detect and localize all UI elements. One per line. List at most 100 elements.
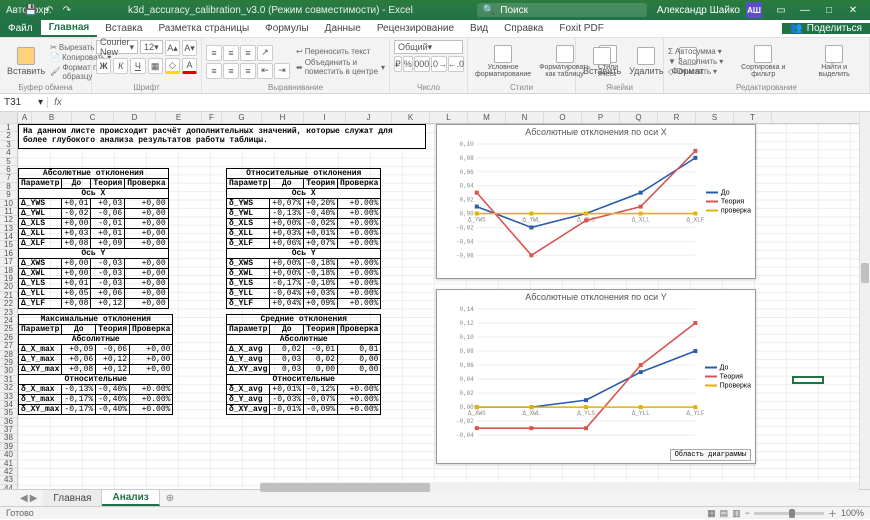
maximize-icon[interactable]: □ — [818, 5, 840, 16]
italic-icon[interactable]: К — [113, 58, 128, 74]
avatar[interactable]: АШ — [746, 2, 762, 18]
svg-text:0,08: 0,08 — [459, 155, 474, 162]
menu-view[interactable]: Вид — [462, 20, 496, 37]
grow-font-icon[interactable]: A▴ — [165, 40, 180, 56]
clear-button[interactable]: ◇ Очистить ▾ — [668, 67, 723, 76]
menu-help[interactable]: Справка — [496, 20, 551, 37]
delete-cells-button[interactable]: Удалить — [626, 47, 666, 76]
zoom-out-icon[interactable]: − — [745, 508, 750, 518]
group-cells-label: Ячейки — [580, 83, 659, 93]
share-button[interactable]: 👥Поделиться — [782, 23, 870, 34]
col-headers[interactable]: ABCDEFGHIJKLMNOPQRST — [18, 112, 870, 124]
view-break-icon[interactable]: ▥ — [732, 508, 741, 519]
name-box[interactable]: T31▾ — [0, 97, 48, 108]
menu-insert[interactable]: Вставка — [97, 20, 150, 37]
align-top-icon[interactable]: ≡ — [206, 45, 222, 61]
status-ready: Готово — [6, 508, 34, 518]
sheet-prev-icon[interactable]: ◀ — [20, 493, 28, 504]
currency-icon[interactable]: ₽ — [394, 56, 402, 72]
align-center-icon[interactable]: ≡ — [223, 63, 239, 79]
border-icon[interactable]: ▦ — [148, 58, 163, 74]
document-title: k3d_accuracy_calibration_v3.0 (Режим сов… — [74, 5, 467, 16]
svg-text:0,08: 0,08 — [459, 348, 474, 355]
fx-icon[interactable]: fx — [48, 97, 68, 108]
ribbon-options-icon[interactable]: ▭ — [770, 5, 792, 16]
svg-text:Δ_YLF: Δ_YLF — [686, 410, 704, 417]
svg-text:0,02: 0,02 — [459, 197, 474, 204]
svg-text:0,04: 0,04 — [459, 183, 474, 190]
search-box[interactable]: 🔍 Поиск — [477, 3, 647, 17]
svg-text:-0,02: -0,02 — [456, 418, 474, 425]
chart-x[interactable]: Абсолютные отклонения по оси X -0,06-0,0… — [436, 124, 756, 279]
redo-icon[interactable]: ↷ — [60, 5, 74, 16]
menu-data[interactable]: Данные — [317, 20, 369, 37]
menu-home[interactable]: Главная — [41, 20, 98, 37]
sheet-tab-main[interactable]: Главная — [43, 490, 102, 506]
svg-text:-0,06: -0,06 — [456, 252, 474, 259]
save-icon[interactable]: 💾 — [24, 5, 38, 16]
menu-formulas[interactable]: Формулы — [257, 20, 317, 37]
menu-foxit[interactable]: Foxit PDF — [551, 20, 611, 37]
chart-y-title: Абсолютные отклонения по оси Y — [437, 290, 755, 304]
find-select-button[interactable]: Найти и выделить — [803, 45, 865, 78]
align-left-icon[interactable]: ≡ — [206, 63, 222, 79]
number-format-select[interactable]: Общий ▾ — [394, 40, 463, 54]
shrink-font-icon[interactable]: A▾ — [182, 40, 197, 56]
svg-text:-0,02: -0,02 — [456, 224, 474, 231]
indent-inc-icon[interactable]: ⇥ — [274, 63, 290, 79]
data-table: Максимальные отклоненияПараметрДоТеорияП… — [18, 314, 173, 415]
chevron-down-icon: ▾ — [38, 97, 43, 108]
minimize-icon[interactable]: — — [794, 5, 816, 16]
orientation-icon[interactable]: ↗ — [257, 45, 273, 61]
formula-bar: T31▾ fx — [0, 94, 870, 112]
fill-button[interactable]: ▼ Заполнить ▾ — [668, 57, 723, 66]
cond-format-button[interactable]: Условное форматирование — [472, 45, 534, 78]
percent-icon[interactable]: % — [403, 56, 413, 72]
indent-dec-icon[interactable]: ⇤ — [257, 63, 273, 79]
sheet-add-icon[interactable]: ⊕ — [160, 493, 180, 504]
align-right-icon[interactable]: ≡ — [240, 63, 256, 79]
scrollbar-horizontal[interactable] — [260, 482, 859, 493]
font-color-icon[interactable]: A — [182, 58, 197, 74]
dec-decimal-icon[interactable]: ←.0 — [448, 56, 464, 72]
paste-button[interactable]: Вставить — [4, 47, 48, 76]
view-layout-icon[interactable]: ▤ — [720, 508, 729, 519]
row-headers[interactable]: 1234567891011121314151617181920212223242… — [0, 112, 18, 492]
fill-color-icon[interactable]: ◇ — [165, 58, 180, 74]
zoom-in-icon[interactable]: ＋ — [828, 507, 837, 520]
search-icon: 🔍 — [483, 5, 495, 16]
svg-text:Δ_YLL: Δ_YLL — [632, 410, 650, 417]
align-bot-icon[interactable]: ≡ — [240, 45, 256, 61]
menu-file[interactable]: Файл — [0, 20, 41, 37]
sort-filter-icon — [754, 45, 772, 63]
user-name[interactable]: Александр Шайко — [657, 5, 740, 16]
comma-icon[interactable]: 000 — [414, 56, 430, 72]
bold-icon[interactable]: Ж — [96, 58, 111, 74]
inc-decimal-icon[interactable]: .0→ — [431, 56, 447, 72]
scrollbar-vertical[interactable] — [859, 113, 870, 489]
align-mid-icon[interactable]: ≡ — [223, 45, 239, 61]
wrap-text-button[interactable]: ↩ Переносить текст — [296, 47, 385, 56]
merge-center-button[interactable]: ⬌ Объединить и поместить в центре ▾ — [296, 58, 385, 76]
sort-filter-button[interactable]: Сортировка и фильтр — [727, 45, 799, 78]
group-number-label: Число — [394, 83, 463, 93]
close-icon[interactable]: ✕ — [842, 5, 864, 16]
menu-review[interactable]: Рецензирование — [369, 20, 462, 37]
autosum-button[interactable]: Σ Автосумма ▾ — [668, 47, 723, 56]
view-normal-icon[interactable]: ▦ — [707, 508, 716, 519]
svg-text:0,06: 0,06 — [459, 169, 474, 176]
underline-icon[interactable]: Ч — [130, 58, 145, 74]
zoom-slider[interactable] — [754, 512, 824, 515]
fontsize-select[interactable]: 12 ▾ — [140, 40, 163, 54]
chart-area-button[interactable]: Область диаграммы — [670, 449, 751, 461]
undo-icon[interactable]: ↶ — [42, 5, 56, 16]
grid[interactable]: 1234567891011121314151617181920212223242… — [0, 112, 870, 492]
sheet-next-icon[interactable]: ▶ — [30, 493, 38, 504]
zoom-level[interactable]: 100% — [841, 508, 864, 518]
sheet-tab-analysis[interactable]: Анализ — [102, 490, 159, 506]
menu-layout[interactable]: Разметка страницы — [150, 20, 257, 37]
font-select[interactable]: Courier New ▾ — [96, 40, 138, 54]
chart-y[interactable]: Абсолютные отклонения по оси Y -0,04-0,0… — [436, 289, 756, 464]
autosave-toggle[interactable]: Автосохр. — [6, 5, 20, 16]
insert-cells-button[interactable]: Вставить — [580, 47, 624, 76]
